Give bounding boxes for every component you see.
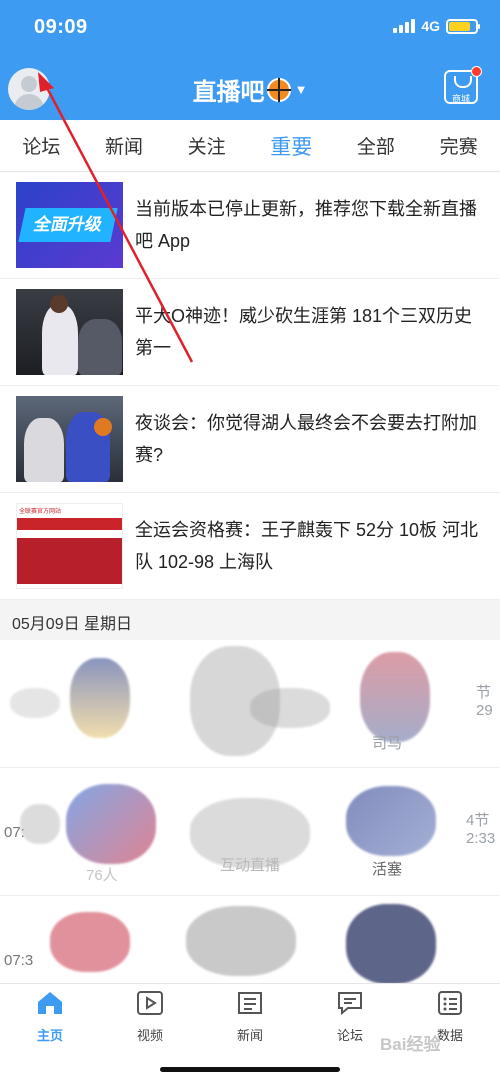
nav-home[interactable]: 主页 (0, 984, 100, 1044)
home-indicator (160, 1067, 340, 1072)
status-time: 09:09 (34, 16, 88, 38)
data-list-icon (438, 991, 462, 1015)
team-name: 76人 (86, 867, 118, 884)
game-list: 节 29 司马 07: 互动直播 活塞 76人 4节 2:33 07:3 (0, 640, 500, 983)
date-header: 05月09日 星期日 (0, 600, 500, 640)
basketball-icon (266, 77, 291, 102)
thumb-banner-text: 全面升级 (18, 208, 118, 242)
video-play-icon (137, 991, 163, 1015)
tab-follow[interactable]: 关注 (182, 132, 232, 159)
app-header: 直播吧 ▼ 商城 (0, 58, 500, 120)
home-icon (38, 992, 62, 1014)
newspaper-icon (238, 992, 262, 1014)
nav-video[interactable]: 视频 (100, 984, 200, 1044)
thumb-site-text: 全联赛官方网站 (19, 509, 62, 515)
game-row[interactable]: 节 29 司马 (0, 640, 500, 768)
tab-forum[interactable]: 论坛 (16, 132, 66, 159)
battery-icon (446, 18, 480, 34)
news-title: 平大O神迹！威少砍生涯第 181个三双历史第一 (135, 306, 473, 358)
news-item[interactable]: 全联赛官方网站 全运会资格赛：王子麒轰下 52分 10板 河北队 102-98 … (0, 493, 500, 600)
news-title: 夜谈会：你觉得湖人最终会不会要去打附加赛? (135, 413, 477, 465)
status-indicators: 4G (393, 18, 480, 34)
tab-news[interactable]: 新闻 (99, 132, 149, 159)
news-list: 全面升级 当前版本已停止更新，推荐您下载全新直播吧 App 平大O神迹！威少砍生… (0, 172, 500, 600)
category-tabs: 论坛 新闻 关注 重要 全部 完赛 (0, 120, 500, 172)
signal-icon (393, 19, 416, 33)
shop-label: 商城 (451, 94, 470, 104)
news-title: 当前版本已停止更新，推荐您下载全新直播吧 App (135, 199, 477, 251)
nav-label: 主页 (36, 1028, 63, 1043)
network-type: 4G (421, 18, 440, 34)
news-thumbnail (16, 289, 123, 375)
notification-dot (471, 66, 482, 77)
brand-name: 直播吧 (192, 79, 265, 106)
news-item[interactable]: 平大O神迹！威少砍生涯第 181个三双历史第一 (0, 279, 500, 386)
game-status: 节 29 (476, 684, 493, 719)
status-bar: 09:09 4G (0, 0, 500, 58)
tab-all[interactable]: 全部 (351, 132, 401, 159)
nav-news[interactable]: 新闻 (200, 984, 300, 1044)
brand-title[interactable]: 直播吧 ▼ (0, 72, 500, 107)
game-status: 4节 2:33 (466, 812, 496, 847)
news-item[interactable]: 全面升级 当前版本已停止更新，推荐您下载全新直播吧 App (0, 172, 500, 279)
news-thumbnail: 全面升级 (16, 182, 123, 268)
game-row[interactable]: 07:3 (0, 896, 500, 983)
tab-important[interactable]: 重要 (264, 131, 318, 161)
news-title: 全运会资格赛：王子麒轰下 52分 10板 河北队 102-98 上海队 (135, 520, 479, 572)
live-label[interactable]: 互动直播 (220, 854, 280, 875)
news-item[interactable]: 夜谈会：你觉得湖人最终会不会要去打附加赛? (0, 386, 500, 493)
watermark: Bai经验 (380, 1035, 441, 1054)
team-name: 活塞 (372, 861, 403, 878)
chat-bubble-icon (338, 992, 362, 1016)
shop-button[interactable]: 商城 (444, 66, 482, 104)
game-time: 07:3 (4, 952, 34, 969)
team-name: 司马 (372, 735, 403, 752)
caret-down-icon: ▼ (294, 82, 308, 97)
nav-label: 视频 (136, 1028, 163, 1043)
nav-label: 新闻 (236, 1028, 263, 1043)
battery-level (449, 21, 470, 31)
news-thumbnail (16, 396, 123, 482)
game-row[interactable]: 07: 互动直播 活塞 76人 4节 2:33 (0, 768, 500, 896)
tab-finished[interactable]: 完赛 (434, 132, 484, 159)
news-thumbnail: 全联赛官方网站 (16, 503, 123, 589)
